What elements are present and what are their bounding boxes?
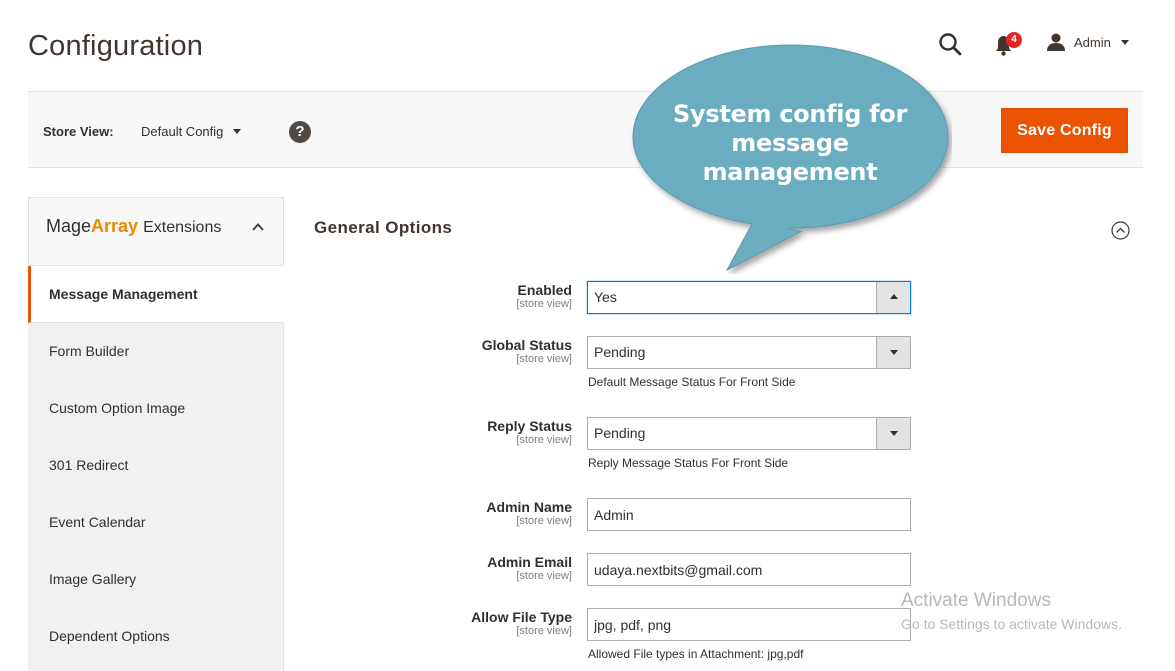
- user-name: Admin: [1074, 34, 1111, 50]
- sidebar-item-event-calendar[interactable]: Event Calendar: [28, 494, 284, 551]
- field-label-text: Reply Status: [487, 418, 572, 434]
- sidebar-group-header[interactable]: MageArray Extensions: [28, 197, 284, 266]
- allow-file-type-input[interactable]: [587, 608, 911, 641]
- global-status-note: Default Message Status For Front Side: [588, 375, 796, 389]
- sidebar-group-title: MageArray Extensions: [46, 216, 221, 237]
- callout-text: System config for message management: [640, 100, 940, 187]
- sidebar-item-form-builder[interactable]: Form Builder: [28, 323, 284, 380]
- field-label-text: Admin Email: [487, 554, 572, 570]
- reply-status-select[interactable]: Pending: [587, 417, 911, 450]
- section-title[interactable]: General Options: [314, 218, 452, 238]
- admin-email-input[interactable]: [587, 553, 911, 586]
- sidebar-item-message-management[interactable]: Message Management: [28, 266, 284, 323]
- activate-windows-title: Activate Windows: [901, 590, 1051, 611]
- brand-array: Array: [91, 216, 139, 236]
- help-icon[interactable]: ?: [289, 121, 311, 143]
- field-scope: [store view]: [516, 353, 572, 365]
- select-value: Yes: [594, 289, 617, 305]
- activate-windows-subtitle: Go to Settings to activate Windows.: [901, 616, 1122, 632]
- store-view-bar: Store View: Default Config ? Save Config: [28, 91, 1143, 168]
- global-status-select[interactable]: Pending: [587, 336, 911, 369]
- save-config-button[interactable]: Save Config: [1001, 108, 1128, 153]
- select-arrow[interactable]: [876, 282, 910, 313]
- select-value: Pending: [594, 344, 646, 360]
- user-menu[interactable]: Admin: [1046, 32, 1129, 52]
- brand-mage: Mage: [46, 216, 92, 236]
- sidebar-item-dependent-options[interactable]: Dependent Options: [28, 608, 284, 665]
- admin-name-label: Admin Name [store view]: [486, 499, 572, 527]
- store-view-value: Default Config: [141, 124, 224, 139]
- sidebar-item-custom-option-image[interactable]: Custom Option Image: [28, 380, 284, 437]
- field-label-text: Enabled: [517, 282, 572, 298]
- reply-status-note: Reply Message Status For Front Side: [588, 456, 789, 470]
- field-scope: [store view]: [516, 570, 572, 582]
- select-arrow[interactable]: [876, 418, 910, 449]
- chevron-up-icon: [890, 294, 898, 299]
- field-label-text: Admin Name: [486, 499, 572, 515]
- callout-line-2: message management: [702, 129, 878, 186]
- chevron-down-icon: [1120, 39, 1129, 45]
- field-scope: [store view]: [516, 625, 572, 637]
- chevron-down-icon: [890, 431, 898, 436]
- select-arrow[interactable]: [876, 337, 910, 368]
- store-view-label: Store View:: [43, 124, 114, 139]
- admin-email-label: Admin Email [store view]: [487, 554, 572, 582]
- user-icon: [1047, 33, 1065, 51]
- field-scope: [store view]: [516, 434, 572, 446]
- notification-badge: 4: [1006, 32, 1022, 48]
- field-scope: [store view]: [516, 515, 572, 527]
- sidebar-item-301-redirect[interactable]: 301 Redirect: [28, 437, 284, 494]
- field-label-text: Allow File Type: [471, 609, 572, 625]
- brand-extensions: Extensions: [143, 219, 222, 236]
- callout-line-1: System config for: [673, 100, 907, 128]
- collapse-icon[interactable]: [1111, 221, 1130, 240]
- chevron-down-icon: [233, 129, 242, 134]
- chevron-up-icon[interactable]: [251, 220, 265, 234]
- store-view-switcher[interactable]: Default Config: [141, 124, 242, 139]
- field-scope: [store view]: [516, 298, 572, 310]
- chevron-down-icon: [890, 350, 898, 355]
- enabled-label: Enabled [store view]: [516, 282, 572, 310]
- allow-file-type-label: Allow File Type [store view]: [471, 609, 572, 637]
- enabled-select[interactable]: Yes: [587, 281, 911, 314]
- global-status-label: Global Status [store view]: [482, 337, 572, 365]
- config-sidebar: MageArray Extensions Message Management …: [28, 197, 284, 671]
- reply-status-label: Reply Status [store view]: [487, 418, 572, 446]
- sidebar-item-image-gallery[interactable]: Image Gallery: [28, 551, 284, 608]
- allow-file-type-note: Allowed File types in Attachment: jpg,pd…: [588, 647, 804, 661]
- field-label-text: Global Status: [481, 337, 572, 353]
- admin-name-input[interactable]: [587, 498, 911, 531]
- page-title: Configuration: [28, 30, 204, 62]
- select-value: Pending: [594, 425, 646, 441]
